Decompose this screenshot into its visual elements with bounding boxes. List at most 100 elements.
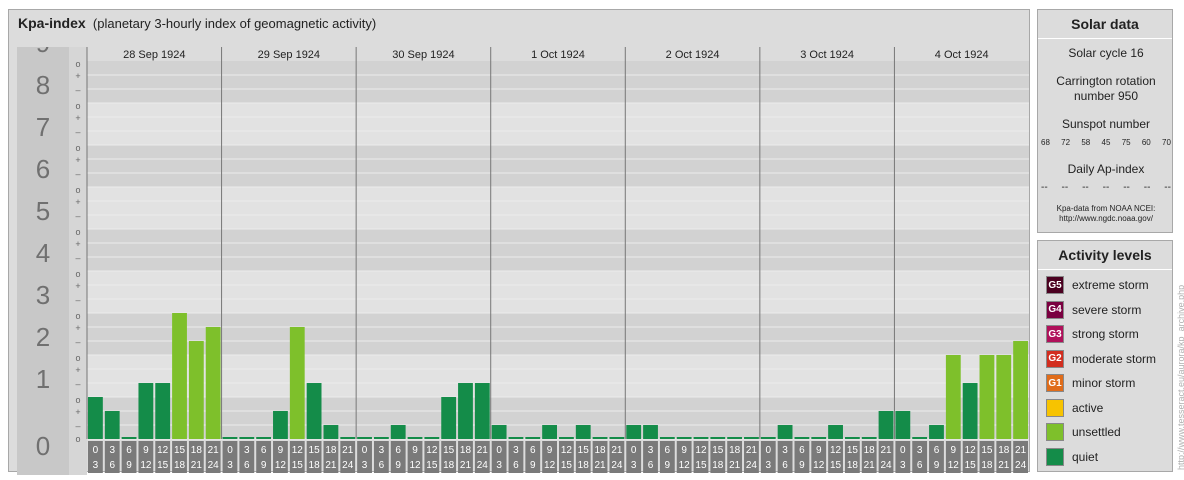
ap-value: -- [1164,182,1171,193]
source-line-2: http://www.ngdc.noaa.gov/ [1059,214,1153,223]
activity-level-active: active [1046,398,1103,418]
minor-tick-label: + [75,155,80,165]
level-swatch: G5 [1046,276,1064,294]
minor-tick-label: o [75,395,80,405]
interval-start: 12 [561,445,573,456]
minor-tick-label: + [75,113,80,123]
kp-bar [559,437,574,439]
minor-tick-label: – [75,421,80,431]
ap-value: -- [1123,182,1130,193]
kp-bar [205,326,221,439]
interval-start: 3 [782,445,788,456]
interval-end: 6 [513,460,519,471]
interval-end: 15 [157,460,169,471]
interval-start: 18 [998,445,1010,456]
kp-bar [491,425,507,439]
level-swatch: G1 [1046,374,1064,392]
grid-band [87,229,1029,271]
kp-bar [222,437,238,439]
interval-start: 21 [208,445,220,456]
kp-bar [575,425,591,439]
interval-end: 24 [477,460,489,471]
day-label: 30 Sep 1924 [392,49,454,61]
minor-tick-label: – [75,211,80,221]
kp-bar [289,326,305,439]
activity-level-severe-storm: G4 severe storm [1046,300,1141,320]
interval-end: 21 [325,460,337,471]
interval-end: 12 [409,460,421,471]
day-label: 29 Sep 1924 [258,49,320,61]
source-line-1: Kpa-data from NOAA NCEI: [1056,204,1156,213]
interval-start: 12 [830,445,842,456]
interval-start: 6 [799,445,805,456]
interval-end: 3 [765,460,771,471]
minor-tick-label: – [75,127,80,137]
minor-tick-label: o [75,143,80,153]
interval-end: 18 [712,460,724,471]
kp-bar [693,437,709,439]
kpa-panel: Kpa-index (planetary 3-hourly index of g… [8,9,1030,475]
grid-band [87,61,1029,103]
interval-start: 0 [900,445,906,456]
interval-start: 9 [547,445,553,456]
minor-tick-label: – [75,379,80,389]
interval-start: 15 [174,445,186,456]
interval-end: 18 [443,460,455,471]
interval-end: 15 [561,460,573,471]
interval-start: 21 [477,445,489,456]
kp-bar [474,383,490,439]
grid-band [87,313,1029,355]
interval-start: 21 [611,445,623,456]
kp-bar [441,397,457,439]
kp-bar [744,437,759,439]
y-tick-label: 7 [36,112,50,142]
level-label: strong storm [1072,327,1139,341]
kp-bar [172,313,187,439]
kp-bar [458,383,473,439]
interval-end: 9 [934,460,940,471]
interval-end: 15 [965,460,977,471]
interval-start: 21 [880,445,892,456]
minor-tick-label: + [75,197,80,207]
interval-end: 24 [342,460,354,471]
kp-bar [340,437,356,439]
title-main: Kpa-index [18,15,86,31]
kp-bar [929,425,944,439]
interval-start: 6 [934,445,940,456]
level-label: unsettled [1072,425,1121,439]
kp-bar [626,425,642,439]
chart-title: Kpa-index (planetary 3-hourly index of g… [18,15,376,31]
kp-bar [676,437,692,439]
kp-bar [996,355,1012,439]
level-swatch [1046,398,1064,417]
interval-start: 18 [864,445,876,456]
minor-tick-label: – [75,253,80,263]
interval-start: 9 [681,445,687,456]
kp-bar [844,437,860,439]
interval-end: 24 [880,460,892,471]
carrington-line-1: Carrington rotation [1056,74,1156,88]
interval-end: 6 [379,460,385,471]
kp-bar [962,383,978,439]
interval-end: 12 [544,460,556,471]
interval-end: 15 [426,460,438,471]
interval-start: 12 [965,445,977,456]
kp-bar [828,425,843,439]
watermark-url: http://www.tesseract.eu/aurora/kp_archiv… [1176,284,1184,470]
interval-start: 15 [443,445,455,456]
interval-end: 9 [395,460,401,471]
interval-start: 12 [157,445,169,456]
interval-end: 15 [292,460,304,471]
kp-bar [794,437,810,439]
activity-heading: Activity levels [1038,241,1172,270]
interval-end: 6 [782,460,788,471]
activity-level-strong-storm: G3 strong storm [1046,324,1139,344]
kp-bar [878,410,894,439]
interval-start: 18 [729,445,741,456]
interval-end: 3 [631,460,637,471]
sunspot-value: 58 [1081,138,1091,147]
kp-bar [390,425,406,439]
minor-tick-label: + [75,323,80,333]
kp-bar [979,355,995,439]
interval-start: 6 [395,445,401,456]
